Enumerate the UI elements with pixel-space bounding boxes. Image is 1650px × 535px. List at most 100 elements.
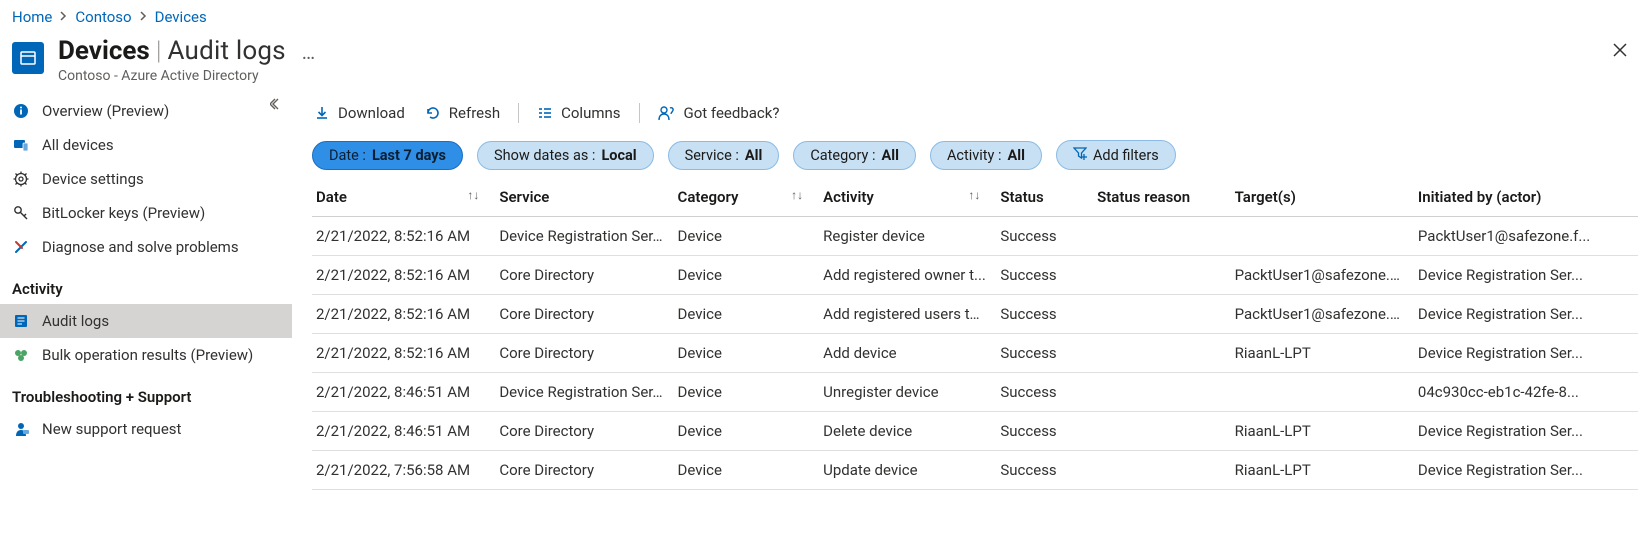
filter-date-pill[interactable]: Date : Last 7 days	[312, 141, 463, 170]
cell-initiated_by: 04c930cc-eb1c-42fe-8...	[1414, 373, 1638, 412]
add-filters-label: Add filters	[1093, 147, 1159, 164]
cell-category: Device	[674, 373, 820, 412]
sidebar-section-activity: Activity	[0, 264, 292, 304]
table-row[interactable]: 2/21/2022, 7:56:58 AMCore DirectoryDevic…	[312, 451, 1638, 490]
toolbar-separator	[518, 103, 519, 123]
col-header-label: Activity	[823, 188, 874, 206]
download-button[interactable]: Download	[312, 100, 407, 126]
sidebar-item-audit-logs[interactable]: Audit logs	[0, 304, 292, 338]
cell-date: 2/21/2022, 8:46:51 AM	[312, 412, 495, 451]
cell-status: Success	[996, 412, 1093, 451]
columns-label: Columns	[561, 104, 620, 122]
feedback-button[interactable]: Got feedback?	[656, 100, 782, 126]
close-button[interactable]	[1602, 36, 1638, 69]
sidebar-section-troubleshoot: Troubleshooting + Support	[0, 372, 292, 412]
sidebar-item-label: BitLocker keys (Preview)	[42, 204, 205, 222]
filter-label: Show dates as :	[494, 147, 595, 164]
sidebar-item-bitlocker-keys[interactable]: BitLocker keys (Preview)	[0, 196, 292, 230]
add-filters-button[interactable]: Add filters	[1056, 140, 1176, 170]
breadcrumb-link-devices[interactable]: Devices	[155, 8, 207, 26]
cell-targets: RiaanL-LPT	[1231, 334, 1414, 373]
cell-status: Success	[996, 451, 1093, 490]
table-row[interactable]: 2/21/2022, 8:52:16 AMCore DirectoryDevic…	[312, 295, 1638, 334]
cell-targets	[1231, 373, 1414, 412]
feedback-label: Got feedback?	[684, 104, 780, 122]
chevron-right-icon	[140, 11, 147, 24]
cell-initiated_by: PacktUser1@safezone.f...	[1414, 217, 1638, 256]
filter-activity-pill[interactable]: Activity : All	[930, 141, 1042, 170]
col-header-status[interactable]: Status	[996, 180, 1093, 217]
feedback-icon	[658, 105, 676, 121]
cell-targets	[1231, 217, 1414, 256]
cell-activity: Unregister device	[819, 373, 996, 412]
cell-service: Core Directory	[495, 256, 673, 295]
col-header-status-reason[interactable]: Status reason	[1093, 180, 1230, 217]
col-header-activity[interactable]: Activity↑↓	[819, 180, 996, 217]
cell-status_reason	[1093, 334, 1230, 373]
col-header-label: Target(s)	[1235, 188, 1296, 206]
main-content: Download Refresh Columns Got feedback? D…	[292, 92, 1650, 490]
table-row[interactable]: 2/21/2022, 8:52:16 AMDevice Registration…	[312, 217, 1638, 256]
col-header-date[interactable]: Date↑↓	[312, 180, 495, 217]
devices-blade-icon	[12, 42, 44, 74]
filter-category-pill[interactable]: Category : All	[793, 141, 916, 170]
filter-label: Service :	[685, 147, 739, 164]
cell-activity: Add device	[819, 334, 996, 373]
sidebar-item-label: Overview (Preview)	[42, 102, 169, 120]
cell-category: Device	[674, 256, 820, 295]
cell-status: Success	[996, 373, 1093, 412]
col-header-label: Date	[316, 188, 347, 206]
cell-activity: Add registered owner t...	[819, 256, 996, 295]
download-label: Download	[338, 104, 405, 122]
columns-button[interactable]: Columns	[535, 100, 622, 126]
cell-status: Success	[996, 256, 1093, 295]
breadcrumb: Home Contoso Devices	[0, 0, 1650, 30]
cell-category: Device	[674, 451, 820, 490]
cell-status_reason	[1093, 217, 1230, 256]
cell-activity: Update device	[819, 451, 996, 490]
breadcrumb-link-home[interactable]: Home	[12, 8, 52, 26]
breadcrumb-link-contoso[interactable]: Contoso	[75, 8, 131, 26]
bulk-icon	[12, 346, 30, 364]
cell-status: Success	[996, 295, 1093, 334]
key-icon	[12, 204, 30, 222]
filter-service-pill[interactable]: Service : All	[668, 141, 780, 170]
table-row[interactable]: 2/21/2022, 8:46:51 AMCore DirectoryDevic…	[312, 412, 1638, 451]
cell-service: Device Registration Ser...	[495, 373, 673, 412]
filter-value: All	[745, 147, 762, 164]
col-header-initiated-by[interactable]: Initiated by (actor)	[1414, 180, 1638, 217]
more-options-button[interactable]: …	[292, 40, 325, 64]
filter-label: Activity :	[947, 147, 1002, 164]
filter-value: All	[882, 147, 899, 164]
sidebar-item-new-support-request[interactable]: New support request	[0, 412, 292, 446]
sidebar-item-diagnose[interactable]: Diagnose and solve problems	[0, 230, 292, 264]
command-bar: Download Refresh Columns Got feedback?	[312, 92, 1638, 140]
sidebar-item-overview[interactable]: Overview (Preview)	[0, 94, 292, 128]
table-row[interactable]: 2/21/2022, 8:46:51 AMDevice Registration…	[312, 373, 1638, 412]
filter-value: Last 7 days	[372, 147, 446, 164]
col-header-category[interactable]: Category↑↓	[674, 180, 820, 217]
cell-targets: PacktUser1@safezone.f...	[1231, 256, 1414, 295]
table-row[interactable]: 2/21/2022, 8:52:16 AMCore DirectoryDevic…	[312, 334, 1638, 373]
refresh-button[interactable]: Refresh	[423, 100, 502, 126]
sidebar-item-bulk-operations[interactable]: Bulk operation results (Preview)	[0, 338, 292, 372]
table-row[interactable]: 2/21/2022, 8:52:16 AMCore DirectoryDevic…	[312, 256, 1638, 295]
collapse-sidebar-button[interactable]	[266, 94, 286, 118]
sidebar-item-all-devices[interactable]: All devices	[0, 128, 292, 162]
cell-status_reason	[1093, 295, 1230, 334]
refresh-label: Refresh	[449, 104, 500, 122]
cell-targets: PacktUser1@safezone.f...	[1231, 295, 1414, 334]
cell-activity: Delete device	[819, 412, 996, 451]
download-icon	[314, 105, 330, 121]
add-filter-icon	[1073, 146, 1087, 164]
col-header-label: Service	[499, 188, 549, 206]
sidebar-item-device-settings[interactable]: Device settings	[0, 162, 292, 196]
sidebar-item-label: Audit logs	[42, 312, 109, 330]
cell-service: Core Directory	[495, 412, 673, 451]
filter-show-dates-pill[interactable]: Show dates as : Local	[477, 141, 654, 170]
cell-initiated_by: Device Registration Ser...	[1414, 451, 1638, 490]
col-header-targets[interactable]: Target(s)	[1231, 180, 1414, 217]
col-header-service[interactable]: Service	[495, 180, 673, 217]
filter-value: Local	[601, 147, 636, 164]
title-separator: |	[156, 36, 162, 66]
